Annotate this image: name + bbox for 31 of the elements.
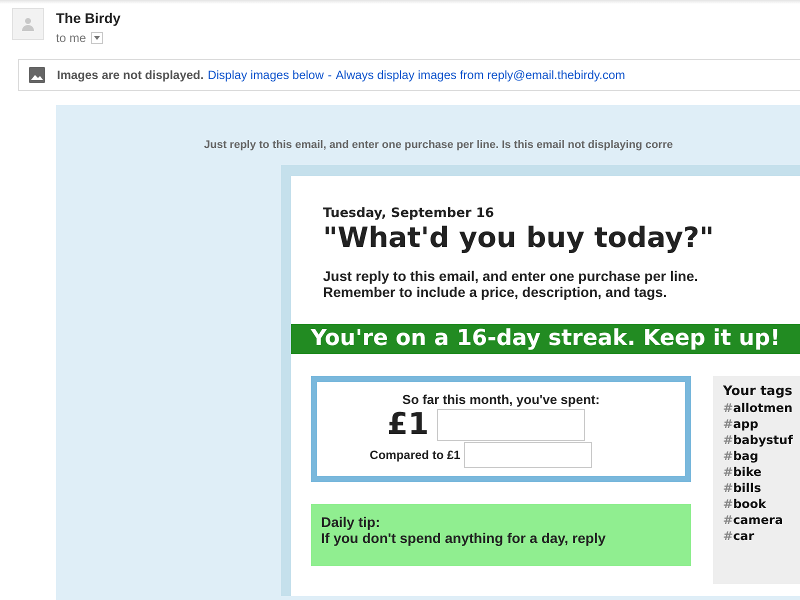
tag-item: #bike <box>723 464 763 480</box>
tag-item: #camera <box>723 512 784 528</box>
email-heading: "What'd you buy today?" <box>323 221 715 254</box>
spent-label: So far this month, you've spent: <box>401 392 601 407</box>
tag-item: #car <box>723 528 756 544</box>
always-display-link[interactable]: Always display images from reply@email.thebirdy.com <box>336 68 626 82</box>
spent-amount: £1 <box>387 407 429 442</box>
tags-title: Your tags <box>723 384 794 400</box>
streak-banner: You're on a 16-day streak. Keep it up! <box>291 324 800 354</box>
comparison-text: Compared to £1 <box>370 448 460 462</box>
caret-icon <box>94 36 100 40</box>
avatar-icon <box>12 8 44 40</box>
tag-item: #book <box>723 496 768 512</box>
tag-item: #babystuf <box>723 432 794 448</box>
tag-item: #app <box>723 416 760 432</box>
image-icon <box>29 67 45 83</box>
recipient-label: to me <box>56 31 86 45</box>
sender-name: The Birdy <box>56 10 121 26</box>
display-images-link[interactable]: Display images below <box>208 68 324 82</box>
instruction-text: Just reply to this email, and enter one purchase per line. <box>323 268 699 284</box>
date-label: Tuesday, September 16 <box>323 206 496 221</box>
tip-text: If you don't spend anything for a day, reply <box>321 530 607 546</box>
notice-message: Images are not displayed. <box>57 68 204 82</box>
tag-item: #bag <box>723 448 760 464</box>
tip-title: Daily tip: <box>321 514 382 530</box>
preheader-text: Just reply to this email, and enter one purchase per line. Is this email not displaying corre <box>203 138 674 151</box>
separator: - <box>328 68 332 82</box>
tag-item: #bills <box>723 480 762 496</box>
tag-item: #allotmen <box>723 400 794 416</box>
instruction-text: Remember to include a price, description, and tags. <box>323 284 668 300</box>
details-dropdown[interactable] <box>91 32 104 44</box>
